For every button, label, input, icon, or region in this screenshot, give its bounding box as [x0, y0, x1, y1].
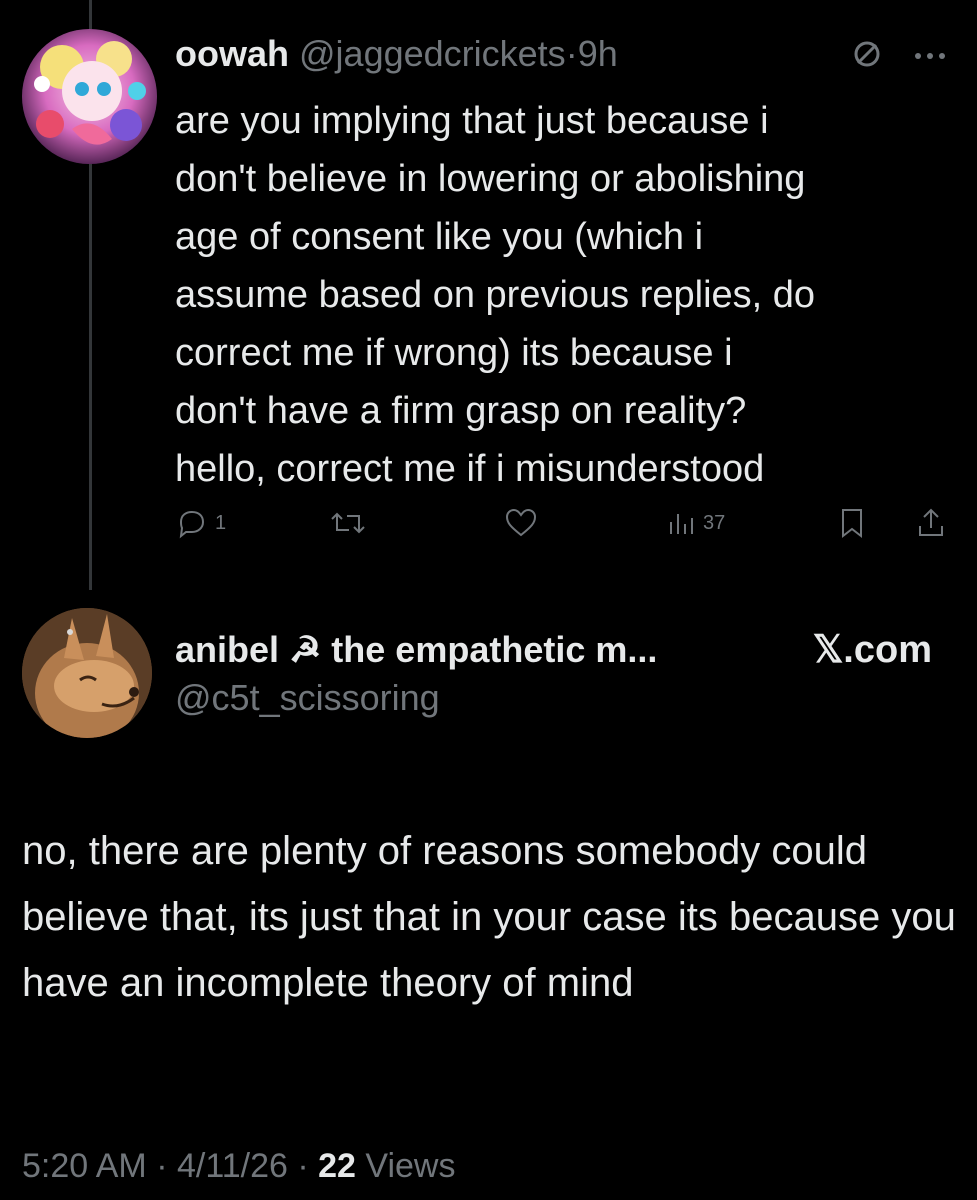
retweet-action[interactable] [329, 506, 367, 540]
reply-timestamp[interactable]: 9h [578, 33, 618, 74]
post-date[interactable]: 4/11/26 [177, 1147, 288, 1185]
retweet-icon [331, 512, 365, 534]
views-label[interactable]: Views [356, 1147, 455, 1185]
main-author-handle[interactable]: @c5t_scissoring [175, 674, 955, 722]
views-icon [670, 514, 693, 534]
meta-separator: · [287, 1147, 319, 1185]
reply-header: oowah @jaggedcrickets·9h [175, 32, 618, 76]
reply-author-name[interactable]: oowah [175, 33, 289, 74]
main-post-body-text: no, there are plenty of reasons somebody… [22, 829, 956, 1005]
like-action[interactable] [503, 506, 539, 540]
reply-icon [179, 510, 205, 539]
x-com-label: 𝕏.com [812, 629, 932, 671]
more-icon[interactable] [913, 48, 947, 66]
bookmark-icon [842, 509, 862, 539]
main-post-meta: 5:20 AM · 4/11/26 · 22 Views [22, 1144, 455, 1188]
views-action[interactable]: 37 [667, 506, 725, 540]
reply-author-avatar[interactable] [22, 29, 157, 164]
reply-count: 1 [215, 511, 227, 534]
bookmark-action[interactable] [837, 506, 867, 540]
avatar-art [22, 29, 157, 164]
main-views-count[interactable]: 22 [318, 1147, 356, 1185]
reply-action-bar: 1 37 [175, 506, 955, 550]
separator-dot: · [565, 33, 578, 74]
share-icon [919, 508, 943, 536]
reply-body-text: are you implying that just because i don… [175, 100, 816, 490]
main-author-avatar[interactable] [22, 608, 152, 738]
meta-separator: · [146, 1147, 177, 1185]
reply-author-handle[interactable]: @jaggedcrickets [299, 33, 566, 74]
reply-action[interactable]: 1 [175, 506, 226, 540]
post-time[interactable]: 5:20 AM [22, 1147, 147, 1185]
reply-header-icons [851, 38, 947, 75]
avatar-art [22, 608, 152, 738]
like-icon [505, 508, 537, 537]
share-action[interactable] [915, 506, 947, 540]
views-count: 37 [703, 511, 726, 534]
no-sign-icon[interactable] [851, 38, 883, 75]
